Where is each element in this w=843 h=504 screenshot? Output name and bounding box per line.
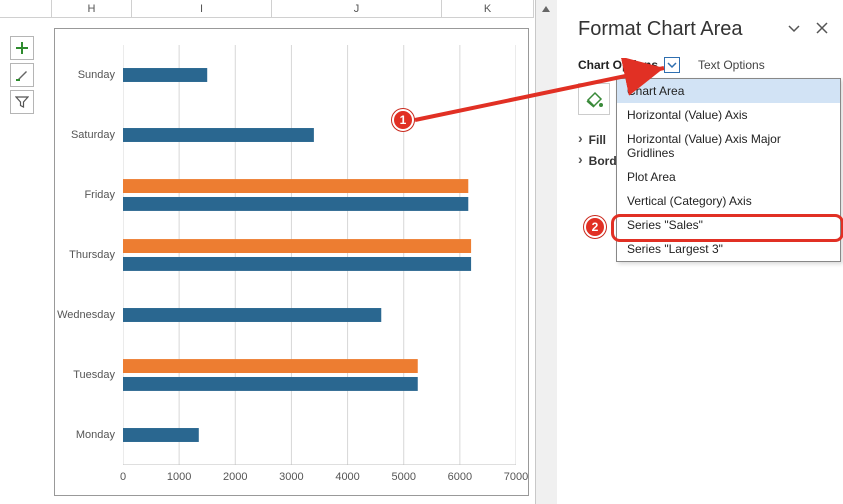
bar-largest3[interactable]	[123, 239, 471, 253]
funnel-icon	[15, 95, 29, 109]
bar-largest3[interactable]	[123, 179, 468, 193]
chart-brush-button[interactable]	[10, 63, 34, 87]
axis-category-label: Thursday	[69, 249, 115, 261]
pane-title: Format Chart Area	[578, 18, 743, 41]
dropdown-item[interactable]: Chart Area	[617, 79, 840, 103]
axis-tick-label: 6000	[448, 471, 472, 483]
fill-line-tab-button[interactable]	[578, 83, 610, 115]
chart-funnel-button[interactable]	[10, 90, 34, 114]
axis-tick-label: 2000	[223, 471, 247, 483]
axis-category-label: Friday	[84, 189, 115, 201]
bar-sales[interactable]	[123, 68, 207, 82]
chevron-right-icon	[578, 132, 583, 147]
vertical-scrollbar[interactable]	[535, 0, 557, 504]
chevron-down-icon	[667, 60, 677, 70]
dropdown-item[interactable]: Horizontal (Value) Axis Major Gridlines	[617, 127, 840, 165]
axis-category-label: Monday	[76, 429, 115, 441]
dropdown-item[interactable]: Series "Sales"	[617, 213, 840, 237]
text-options-tab[interactable]: Text Options	[698, 58, 765, 72]
plus-icon	[15, 41, 29, 55]
bar-largest3[interactable]	[123, 359, 418, 373]
bar-sales[interactable]	[123, 377, 418, 391]
axis-tick-label: 1000	[167, 471, 191, 483]
dropdown-item[interactable]: Vertical (Category) Axis	[617, 189, 840, 213]
bar-sales[interactable]	[123, 428, 199, 442]
chart-element-dropdown[interactable]: Chart AreaHorizontal (Value) AxisHorizon…	[616, 78, 841, 262]
dropdown-item[interactable]: Plot Area	[617, 165, 840, 189]
axis-tick-label: 4000	[335, 471, 359, 483]
chevron-down-icon[interactable]	[787, 21, 801, 38]
axis-category-label: Saturday	[71, 129, 115, 141]
callout-1: 1	[392, 109, 414, 131]
bar-sales[interactable]	[123, 257, 471, 271]
scroll-up-icon[interactable]	[539, 2, 553, 16]
chart-options-tab[interactable]: Chart Options	[578, 58, 658, 72]
axis-category-label: Sunday	[78, 69, 115, 81]
plot-area[interactable]: SundaySaturdayFridayThursdayWednesdayTue…	[123, 45, 516, 465]
close-icon[interactable]	[815, 21, 829, 38]
column-header[interactable]: J	[272, 0, 442, 18]
column-header[interactable]: H	[52, 0, 132, 18]
chevron-right-icon	[578, 153, 583, 168]
chart-options-dropdown-button[interactable]	[664, 57, 680, 73]
axis-tick-label: 3000	[279, 471, 303, 483]
column-header[interactable]: I	[132, 0, 272, 18]
callout-2: 2	[584, 216, 606, 238]
dropdown-item[interactable]: Series "Largest 3"	[617, 237, 840, 261]
brush-icon	[15, 68, 29, 82]
bar-sales[interactable]	[123, 128, 314, 142]
column-header[interactable]	[0, 0, 52, 18]
bar-sales[interactable]	[123, 197, 468, 211]
dropdown-item[interactable]: Horizontal (Value) Axis	[617, 103, 840, 127]
axis-tick-label: 5000	[391, 471, 415, 483]
chart-area[interactable]: Sunday Saturday Friday Thursday Wednesday Tue…	[54, 28, 529, 496]
bar-sales[interactable]	[123, 308, 381, 322]
axis-category-label: Wednesday	[57, 309, 115, 321]
axis-tick-label: 7000	[504, 471, 528, 483]
column-header[interactable]: K	[442, 0, 534, 18]
axis-category-label: Tuesday	[73, 369, 115, 381]
paint-bucket-icon	[583, 88, 605, 110]
chart-plus-button[interactable]	[10, 36, 34, 60]
axis-tick-label: 0	[120, 471, 126, 483]
